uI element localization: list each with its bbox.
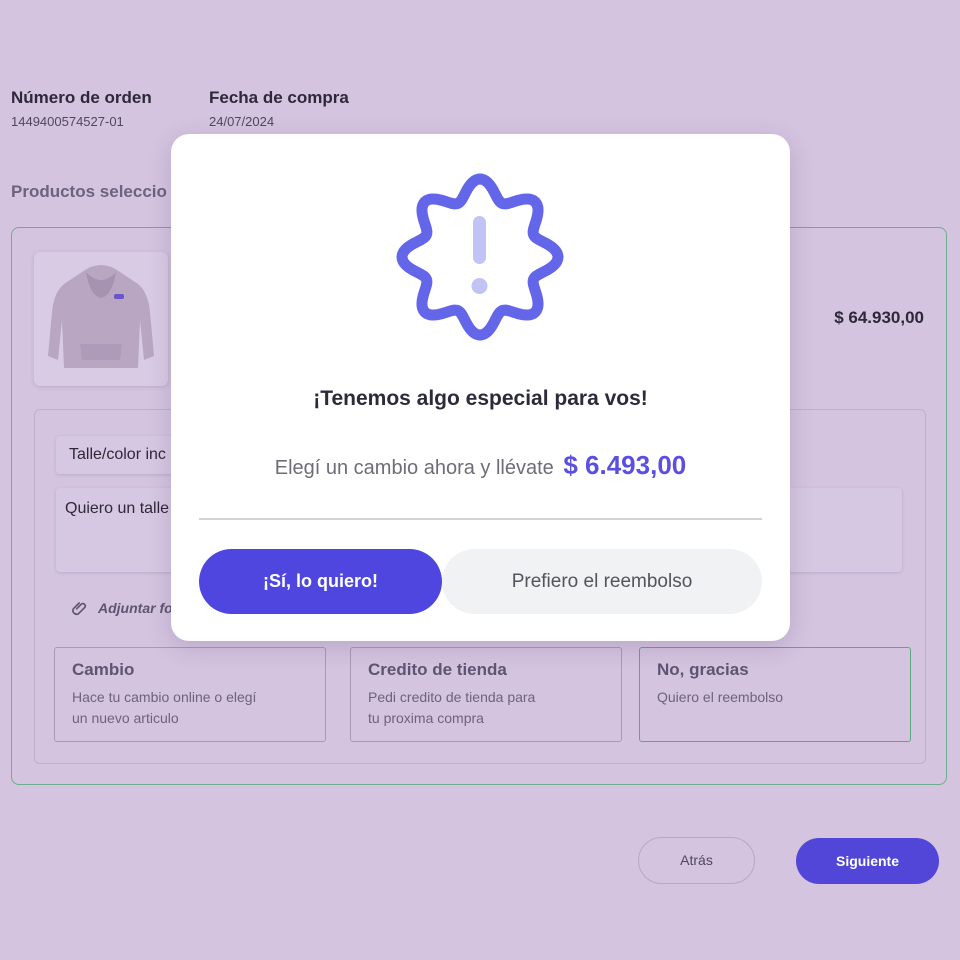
prefer-refund-button[interactable]: Prefiero el reembolso (442, 549, 762, 614)
option-no-thanks-title: No, gracias (657, 660, 749, 679)
attach-photo-label: Adjuntar fo (98, 600, 173, 616)
option-store-credit-desc-line1: Pedi credito de tienda para (368, 689, 536, 705)
option-no-thanks[interactable]: No, gracias Quiero el reembolso (639, 647, 911, 742)
option-store-credit-title: Credito de tienda (368, 660, 507, 679)
option-store-credit-desc: Pedi credito de tienda para tu proxima c… (368, 687, 621, 729)
option-no-thanks-desc: Quiero el reembolso (657, 689, 784, 705)
modal-title: ¡Tenemos algo especial para vos! (313, 387, 648, 410)
purchase-date-value: 24/07/2024 (209, 114, 275, 129)
option-exchange[interactable]: Cambio Hace tu cambio online o elegí un … (54, 647, 326, 742)
option-store-credit[interactable]: Credito de tienda Pedi credito de tienda… (350, 647, 622, 742)
product-price: $ 64.930,00 (834, 308, 924, 327)
option-store-credit-desc-line2: tu proxima compra (368, 710, 484, 726)
modal-divider (199, 518, 762, 520)
modal-offer-amount: $ 6.493,00 (563, 450, 687, 480)
alert-badge-icon (396, 173, 564, 341)
product-image (34, 252, 168, 386)
option-exchange-desc-line1: Hace tu cambio online o elegí (72, 689, 257, 705)
selected-products-title: Productos seleccio (11, 182, 167, 201)
attach-photo-link[interactable]: Adjuntar fo (70, 598, 173, 618)
back-button[interactable]: Atrás (638, 837, 755, 884)
special-offer-modal: ¡Tenemos algo especial para vos! Elegí u… (171, 134, 790, 641)
purchase-date-label: Fecha de compra (209, 88, 349, 107)
order-number: Número de orden 1449400574527-01 (11, 88, 152, 129)
order-number-label: Número de orden (11, 88, 152, 107)
option-exchange-desc-line2: un nuevo articulo (72, 710, 179, 726)
hoodie-image-icon (48, 265, 154, 368)
modal-offer-label: Elegí un cambio ahora y llévate (274, 457, 554, 479)
next-button[interactable]: Siguiente (796, 838, 939, 884)
modal-offer-text: Elegí un cambio ahora y llévate $ 6.493,… (171, 450, 790, 481)
option-exchange-title: Cambio (72, 660, 135, 679)
order-number-value: 1449400574527-01 (11, 114, 124, 129)
option-exchange-desc: Hace tu cambio online o elegí un nuevo a… (72, 687, 325, 729)
paperclip-icon (72, 602, 87, 616)
accept-offer-button[interactable]: ¡Sí, lo quiero! (199, 549, 442, 614)
purchase-date: Fecha de compra 24/07/2024 (209, 88, 349, 129)
